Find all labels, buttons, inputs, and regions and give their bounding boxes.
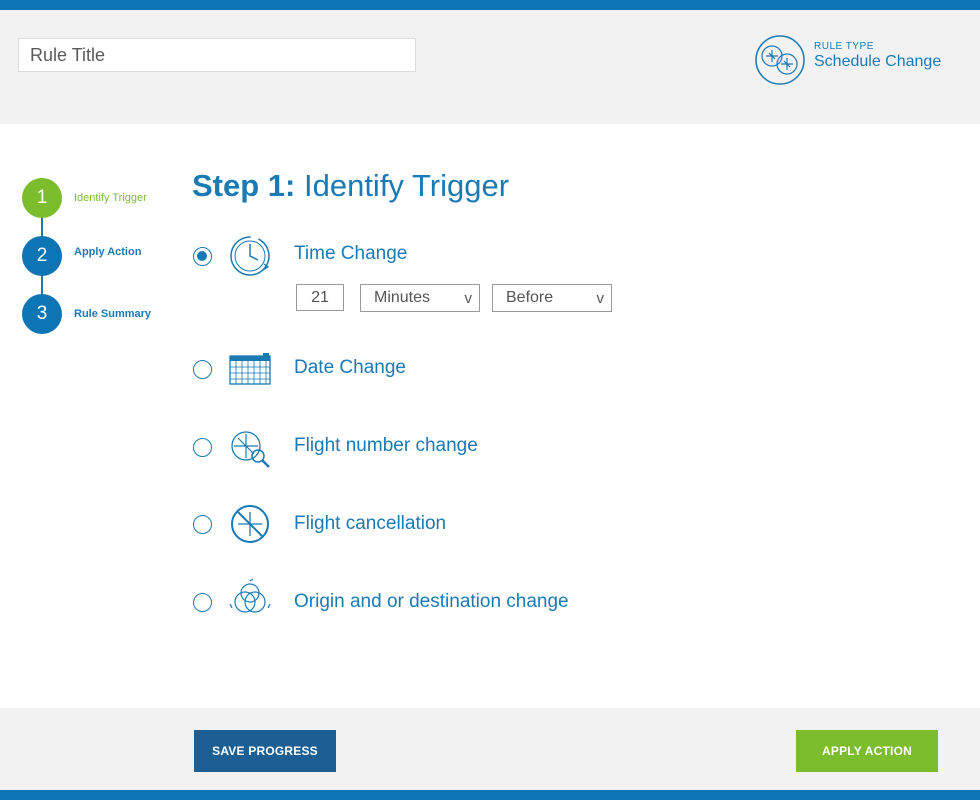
flight-number-change-label[interactable]: Flight number change xyxy=(294,435,478,457)
date-change-label[interactable]: Date Change xyxy=(294,357,406,379)
heading-step-title: Identify Trigger xyxy=(303,168,510,203)
flight-cancellation-radio[interactable] xyxy=(193,515,212,534)
rule-type-label: RULE TYPE xyxy=(814,41,874,52)
page-title: Step 1: Identify Trigger xyxy=(192,168,509,204)
step-2-label[interactable]: Apply Action xyxy=(74,246,141,258)
route-change-icon xyxy=(229,578,271,613)
apply-action-button[interactable]: APPLY ACTION xyxy=(796,730,938,772)
step-1-circle[interactable]: 1 xyxy=(22,178,62,218)
flight-search-icon xyxy=(231,431,270,468)
time-change-radio[interactable] xyxy=(193,247,212,266)
date-change-radio[interactable] xyxy=(193,360,212,379)
step-3-circle[interactable]: 3 xyxy=(22,294,62,334)
origin-destination-change-radio[interactable] xyxy=(193,593,212,612)
save-progress-button[interactable]: SAVE PROGRESS xyxy=(194,730,336,772)
time-relation-select[interactable]: Before v xyxy=(492,284,612,312)
clock-icon xyxy=(230,236,270,276)
time-unit-select[interactable]: Minutes v xyxy=(360,284,480,312)
time-unit-value: Minutes xyxy=(374,289,431,306)
rule-type-value: Schedule Change xyxy=(814,53,942,70)
schedule-change-icon xyxy=(755,35,805,85)
heading-step-prefix: Step 1: xyxy=(192,168,296,203)
step-2-circle[interactable]: 2 xyxy=(22,236,62,276)
bottom-accent-bar xyxy=(0,790,980,800)
flight-number-change-radio[interactable] xyxy=(193,438,212,457)
rule-title-input[interactable] xyxy=(18,38,416,72)
time-change-label[interactable]: Time Change xyxy=(294,243,407,265)
chevron-down-icon: v xyxy=(596,290,605,307)
origin-destination-change-label[interactable]: Origin and or destination change xyxy=(294,591,569,613)
time-amount-input[interactable] xyxy=(296,284,344,311)
step-3-label[interactable]: Rule Summary xyxy=(74,308,151,320)
step-1-label[interactable]: Identify Trigger xyxy=(74,192,147,204)
time-relation-value: Before xyxy=(506,289,554,306)
flight-cancellation-label[interactable]: Flight cancellation xyxy=(294,513,446,535)
chevron-down-icon: v xyxy=(464,290,473,307)
calendar-icon xyxy=(229,353,271,385)
top-accent-bar xyxy=(0,0,980,10)
flight-cancel-icon xyxy=(231,505,269,543)
